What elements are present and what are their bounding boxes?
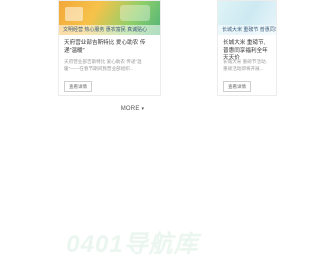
view-details-button[interactable]: 查看详情: [64, 81, 92, 92]
news-card[interactable]: 文明经营 热心服务 惠农富民 真诚贴心 天府营业部吉斯特比 爱心助农 传递“温暖…: [58, 0, 161, 96]
view-details-button[interactable]: 查看详情: [223, 81, 251, 92]
more-label: MORE: [120, 106, 140, 112]
thumbnail-banner-text: 文明经营 热心服务 惠农富民 真诚贴心: [59, 25, 160, 35]
chevron-down-icon: ▾: [141, 106, 145, 112]
news-card-description: 长城大米 重磅节活动, 重磅活动即将开展...: [223, 59, 267, 71]
news-card-thumbnail[interactable]: 文明经营 热心服务 惠农富民 真诚贴心: [59, 1, 160, 35]
thumbnail-banner-text: 长城大米 重磅节 普惠同享: [218, 25, 276, 35]
watermark-logo: 0401导航库: [0, 224, 265, 259]
thumbnail-decoration: [65, 7, 83, 21]
news-card[interactable]: 长城大米 重磅节 普惠同享 长城大米 重磅节, 普惠同享福利全年 天天价 长城大…: [217, 0, 277, 96]
news-card-description: 天府营业部吉斯特比 爱心助农 传递“温暖”——在春节期间我营业部组织...: [64, 59, 142, 71]
news-card-title[interactable]: 天府营业部吉斯特比 爱心助农 传递“温暖”: [64, 40, 156, 55]
watermark-text: 0401导航库: [66, 231, 199, 258]
news-card-thumbnail[interactable]: 长城大米 重磅节 普惠同享: [218, 1, 276, 35]
thumbnail-decoration: [120, 5, 150, 21]
more-link[interactable]: MORE ▾: [0, 106, 265, 112]
